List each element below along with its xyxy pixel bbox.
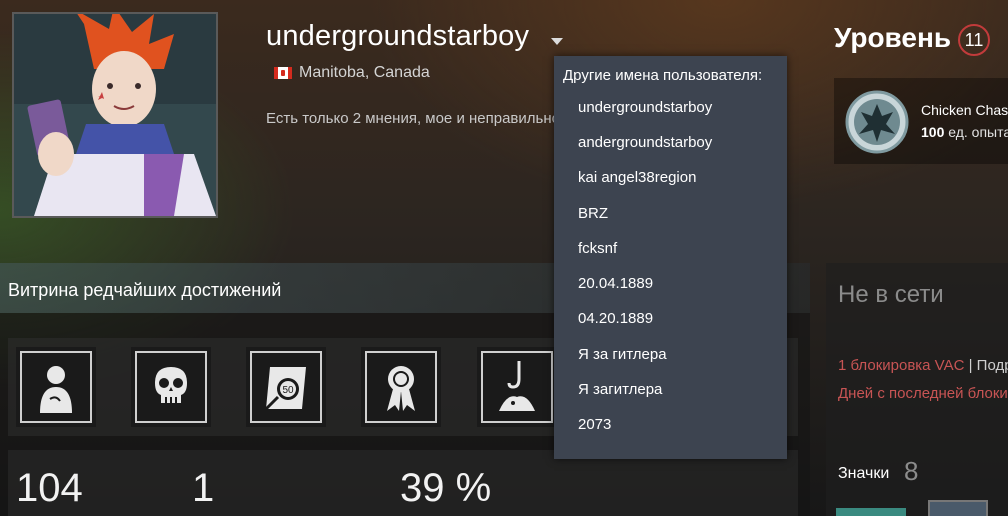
canada-flag-icon <box>274 67 292 79</box>
alias-item[interactable]: kai angel38region <box>578 169 696 186</box>
stat-perfect-games: 1 <box>192 466 215 510</box>
aliases-dropdown <box>554 56 787 459</box>
alias-item[interactable]: Я за гитлера <box>578 346 667 363</box>
fishing-achievement-icon <box>499 361 535 411</box>
achievement-5[interactable] <box>477 347 557 427</box>
favorite-badge-xp: 100 ед. опыта <box>921 124 1008 140</box>
favorite-badge-xp-text: ед. опыта <box>948 124 1008 140</box>
alias-item[interactable]: andergroundstarboy <box>578 134 712 151</box>
badge-thumbnail[interactable] <box>836 508 906 516</box>
skull-achievement-icon <box>155 367 187 403</box>
avatar-image <box>14 14 216 216</box>
profile-avatar[interactable] <box>12 12 218 218</box>
alias-item[interactable]: 20.04.1889 <box>578 275 653 292</box>
svg-text:50: 50 <box>282 385 294 396</box>
online-status: Не в сети <box>838 281 944 308</box>
aliases-dropdown-title: Другие имена пользователя: <box>563 67 763 84</box>
days-since-ban: Дней с последней блокировки <box>838 385 1008 402</box>
vac-ban-line: 1 блокировка VAC | Подробнее <box>838 357 1008 374</box>
achievement-4[interactable] <box>361 347 441 427</box>
level-label: Уровень <box>834 22 952 53</box>
profile-location: Manitoba, Canada <box>274 64 430 82</box>
badges-label[interactable]: Значки <box>838 465 889 483</box>
achievement-2[interactable] <box>131 347 211 427</box>
achievement-1[interactable] <box>16 347 96 427</box>
ribbon-achievement-icon <box>387 366 415 411</box>
showcase-title: Витрина редчайших достижений <box>8 280 282 300</box>
alias-item[interactable]: Я загитлера <box>578 381 662 398</box>
alias-item[interactable]: fcksnf <box>578 240 617 257</box>
favorite-badge-name: Chicken Chaser <box>921 102 1008 118</box>
location-text: Manitoba, Canada <box>299 64 430 81</box>
vac-more-link[interactable]: Подробнее <box>977 357 1008 374</box>
stat-completion-rate: 39 % <box>400 466 492 510</box>
alias-item[interactable]: undergroundstarboy <box>578 99 712 116</box>
chicken-chaser-badge-icon <box>845 90 909 154</box>
profile-summary: Есть только 2 мнения, мое и неправильное <box>266 110 566 127</box>
alias-item[interactable]: 04.20.1889 <box>578 310 653 327</box>
vac-ban-text: 1 блокировка VAC <box>838 357 965 374</box>
badge-thumbnail[interactable] <box>928 500 988 516</box>
alias-item[interactable]: 2073 <box>578 416 611 433</box>
favorite-badge-xp-value: 100 <box>921 124 945 140</box>
alias-dropdown-caret-icon[interactable] <box>551 38 563 45</box>
achievement-3[interactable]: 50 <box>246 347 326 427</box>
alias-item[interactable]: BRZ <box>578 205 608 222</box>
level-badge[interactable]: 11 <box>958 24 990 56</box>
badges-count[interactable]: 8 <box>904 456 918 487</box>
profile-username: undergroundstarboy <box>266 20 530 52</box>
person-achievement-icon <box>40 366 72 413</box>
vac-separator: | <box>968 357 973 374</box>
target-50-achievement-icon: 50 <box>264 367 306 411</box>
stat-achievements-count: 104 <box>16 466 83 510</box>
